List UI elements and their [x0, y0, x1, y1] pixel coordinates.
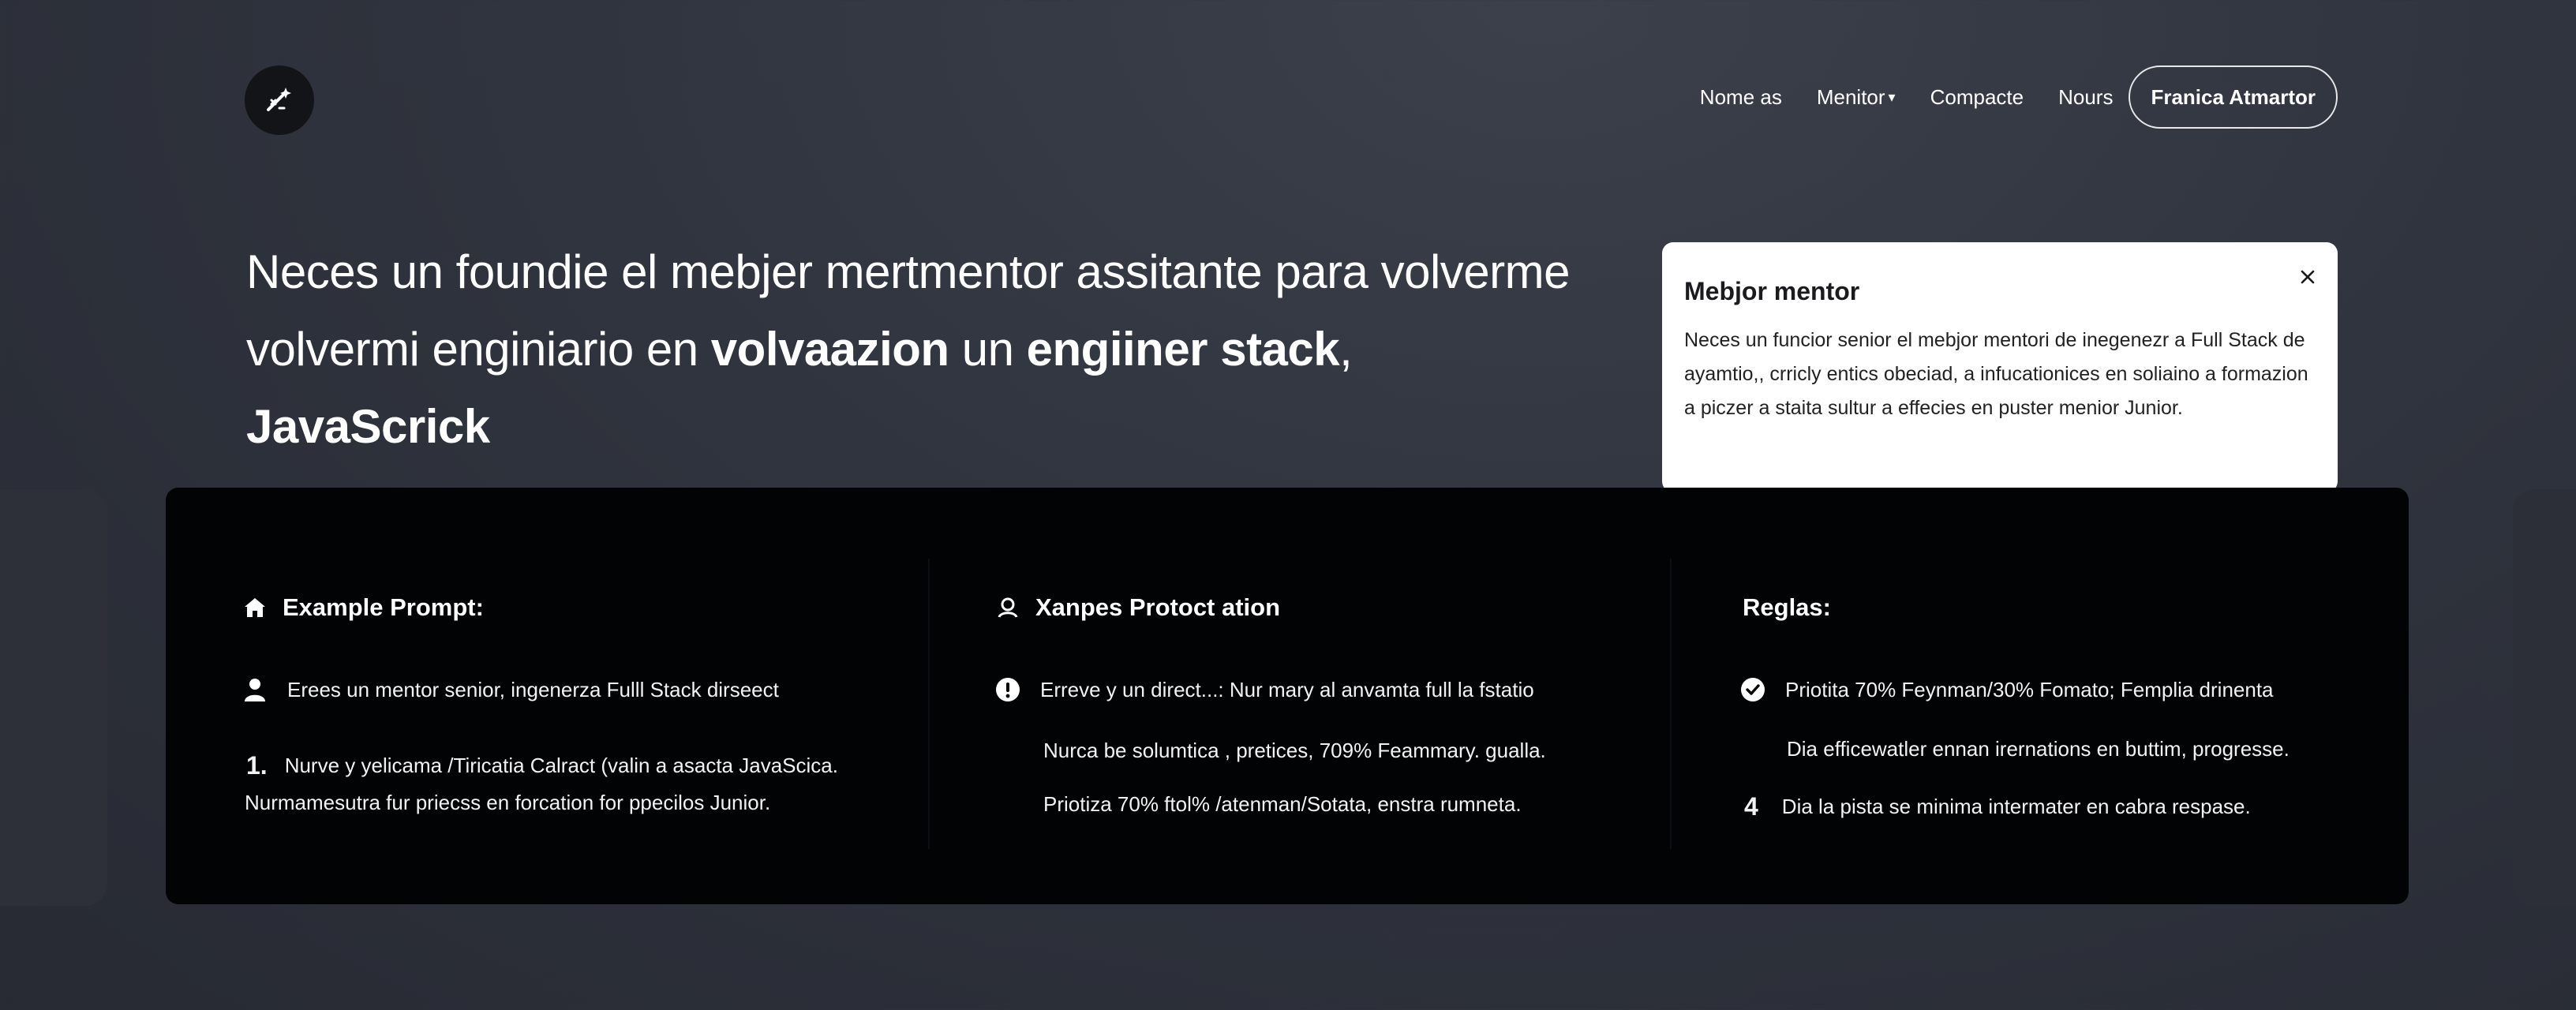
list-item: 1. Nurve y yelicama /Tiricatia Calract (… [246, 751, 838, 780]
list-number: 1. [246, 751, 268, 780]
list-item: Nurca be solumtica , pretices, 709% Feam… [1043, 739, 1546, 763]
chevron-down-icon: ▾ [1888, 88, 1896, 105]
person-badge-icon [996, 596, 1020, 619]
logo[interactable] [245, 65, 314, 135]
nav-item-compacte[interactable]: Compacte [1930, 85, 2024, 110]
column-title-example: Example Prompt: [243, 593, 484, 622]
top-nav: Nome as Menitor ▾ Compacte Nours Franica… [1665, 65, 2338, 129]
hero-highlight: JavaScrick [246, 400, 490, 453]
column-title-protocol: Xanpes Protoct ation [996, 593, 1280, 622]
hero-text: volvermi enginiario en [246, 323, 711, 376]
list-item: Erreve y un direct...: Nur mary al anvam… [994, 677, 1534, 702]
list-item-text: Nurmamesutra fur priecss en forcation fo… [245, 791, 771, 814]
home-icon [243, 596, 267, 619]
check-circle-icon [1739, 677, 1766, 702]
column-title-text: Xanpes Protoct ation [1035, 593, 1281, 621]
list-item-text: Dia efficewatler ennan irernations en bu… [1787, 737, 2290, 761]
card-title: Mebjor mentor [1684, 277, 1860, 305]
column-divider [1670, 559, 1672, 849]
background-panel-left [0, 489, 107, 906]
nav-item-nours[interactable]: Nours [2058, 85, 2113, 110]
prompt-info-panel: Example Prompt: Erees un mentor senior, … [166, 488, 2409, 904]
hero-highlight: engiiner stack [1026, 323, 1340, 376]
info-card-popup: Mebjor mentor Neces un funcior senior el… [1662, 242, 2338, 492]
list-item-text: Erreve y un direct...: Nur mary al anvam… [1040, 677, 1534, 701]
list-item: 4 Dia la pista se minima intermater en c… [1744, 792, 2251, 821]
column-title-text: Reglas: [1743, 593, 1831, 621]
close-icon [2301, 270, 2315, 284]
list-item: Dia efficewatler ennan irernations en bu… [1787, 737, 2290, 761]
nav-item-nome-as[interactable]: Nome as [1700, 85, 1782, 110]
hero-text: , [1339, 323, 1353, 376]
list-item-continuation: Nurmamesutra fur priecss en forcation fo… [245, 791, 770, 815]
list-item-text: Priotita 70% Feynman/30% Fomato; Femplia… [1785, 677, 2274, 701]
list-item: Priotita 70% Feynman/30% Fomato; Femplia… [1739, 677, 2274, 702]
nav-item-label: Compacte [1930, 84, 2024, 109]
nav-item-label: Nome as [1699, 84, 1782, 109]
column-title-text: Example Prompt: [283, 593, 484, 621]
sparkle-wand-icon [267, 88, 291, 111]
close-button[interactable] [2293, 263, 2322, 291]
nav-item-label: Nours [2058, 84, 2114, 109]
column-title-rules: Reglas: [1743, 593, 1831, 622]
list-item-text: Erees un mentor senior, ingenerza Fulll … [287, 677, 779, 701]
hero-text: un [949, 323, 1027, 376]
hero-highlight: volvaazion [710, 323, 949, 376]
list-item-text: Nurca be solumtica , pretices, 709% Feam… [1043, 739, 1546, 762]
list-item-text: Dia la pista se minima intermater en cab… [1781, 795, 2251, 818]
list-number: 4 [1744, 792, 1758, 821]
list-item: Erees un mentor senior, ingenerza Fulll … [242, 677, 779, 702]
list-item-text: Priotiza 70% ftol% /atenman/Sotata, enst… [1043, 792, 1522, 816]
hero-line-2: volvermi enginiario en volvaazion un eng… [246, 311, 1588, 466]
hero-line-1: Neces un foundie el mebjer mertmentor as… [246, 245, 1570, 298]
nav-item-label: Menitor [1816, 84, 1885, 109]
column-divider [928, 559, 930, 849]
list-item: Priotiza 70% ftol% /atenman/Sotata, enst… [1043, 792, 1522, 817]
user-icon [242, 677, 268, 702]
list-item-text: Nurve y yelicama /Tiricatia Calract (val… [284, 754, 838, 777]
card-body: Neces un funcior senior el mebjor mentor… [1684, 329, 2308, 419]
background-panel-right [2513, 489, 2576, 906]
hero-heading: Neces un foundie el mebjer mertmentor as… [246, 234, 1588, 466]
cta-button[interactable]: Franica Atmartor [2129, 65, 2338, 129]
nav-item-menitor-dropdown[interactable]: Menitor ▾ [1817, 85, 1896, 110]
info-icon [994, 677, 1021, 702]
